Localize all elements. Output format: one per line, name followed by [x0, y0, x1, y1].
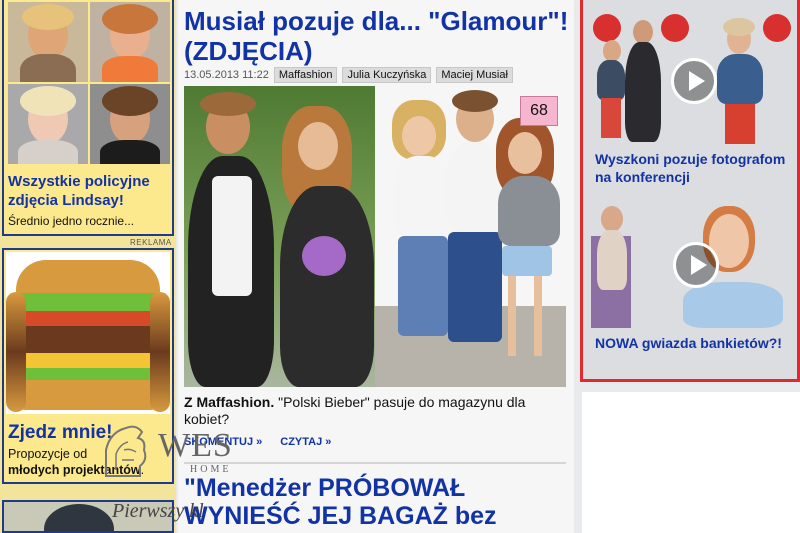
caption-bold: Z Maffashion. [184, 394, 275, 410]
ad-script-text: Pierwszy kl [112, 500, 204, 522]
mugshot-grid[interactable] [8, 2, 170, 164]
lindsay-headline[interactable]: Wszystkie policyjne zdjęcia Lindsay! [8, 172, 174, 210]
ad-brand: WES [158, 427, 233, 464]
video-title-2[interactable]: NOWA gwiazda bankietów?! [595, 334, 795, 352]
ad-brand-sub: HOME [190, 464, 232, 475]
burger-sweater-image[interactable] [6, 252, 170, 414]
photo-count-badge[interactable]: 68 [520, 96, 558, 126]
ad-label: REKLAMA [130, 238, 172, 247]
west-home-ad[interactable] [582, 392, 800, 533]
second-article-title[interactable]: "Menedżer PRÓBOWAŁ WYNIEŚĆ JEJ BAGAŻ bez [184, 474, 569, 530]
mugshot-image[interactable] [8, 84, 88, 164]
video-thumbnail-1[interactable] [591, 10, 791, 144]
play-icon[interactable] [671, 58, 717, 104]
right-column: Wyszkoni pozuje fotografom na konferencj… [578, 0, 800, 533]
divider [184, 462, 566, 464]
lindsay-teaser[interactable]: Wszystkie policyjne zdjęcia Lindsay! Śre… [2, 0, 174, 236]
mugshot-image[interactable] [90, 84, 170, 164]
article-title[interactable]: Musiał pozuje dla... "Glamour"! (ZDJĘCIA… [184, 6, 569, 66]
lion-logo-icon [105, 425, 147, 477]
burger-sub-plain: Propozycje od [8, 447, 88, 461]
article-photo[interactable]: 68 [184, 86, 566, 387]
mugshot-image[interactable] [90, 2, 170, 82]
tag-maffashion[interactable]: Maffashion [273, 67, 338, 83]
video-title-1[interactable]: Wyszkoni pozuje fotografom na konferencj… [595, 150, 795, 186]
main-column: Musiał pozuje dla... "Glamour"! (ZDJĘCIA… [178, 0, 574, 533]
play-icon[interactable] [673, 242, 719, 288]
video-box: Wyszkoni pozuje fotografom na konferencj… [580, 0, 800, 382]
article-meta: 13.05.2013 11:22 Maffashion Julia Kuczyń… [184, 67, 513, 83]
video-thumbnail-2[interactable] [591, 196, 791, 328]
lindsay-subtitle: Średnio jedno rocznie... [8, 214, 135, 228]
mugshot-image[interactable] [8, 2, 88, 82]
article-caption: Z Maffashion. "Polski Bieber" pasuje do … [184, 394, 564, 428]
article-date: 13.05.2013 11:22 [184, 69, 269, 81]
tag-maciej-musial[interactable]: Maciej Musiał [436, 67, 513, 83]
tag-julia-kuczynska[interactable]: Julia Kuczyńska [342, 67, 432, 83]
read-link[interactable]: CZYTAJ » [280, 436, 331, 448]
